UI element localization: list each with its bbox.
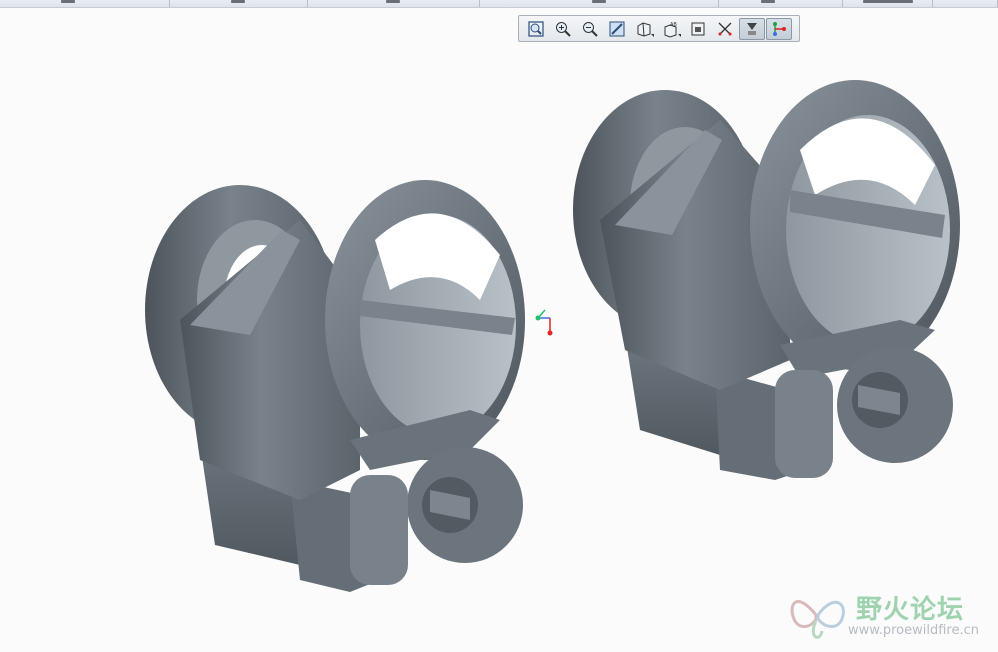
spin-center-button[interactable]: [766, 17, 792, 40]
spin-center-icon: [773, 21, 786, 36]
refit-button[interactable]: [523, 18, 549, 40]
model-part-left[interactable]: [145, 180, 525, 592]
view-manager-button[interactable]: [685, 18, 711, 40]
model-viewport[interactable]: [0, 0, 998, 652]
view-manager-icon: [691, 22, 705, 35]
graphics-toolbar: AB: [518, 15, 800, 42]
zoom-out-button[interactable]: [577, 18, 603, 40]
watermark-title: 野火论坛: [856, 595, 965, 625]
zoom-in-icon: [556, 21, 571, 37]
butterfly-logo-icon: [790, 600, 845, 639]
csys-marker: [535, 309, 553, 336]
annotation-display-icon: [747, 22, 757, 35]
svg-text:AB: AB: [670, 22, 677, 28]
model-part-right[interactable]: [573, 80, 960, 480]
repaint-button[interactable]: [604, 18, 630, 40]
zoom-out-icon: [583, 21, 598, 37]
annotation-display-button[interactable]: [739, 17, 765, 40]
refit-icon: [528, 20, 544, 37]
zoom-in-button[interactable]: [550, 18, 576, 40]
watermark-url: www.proewildfire.cn: [848, 623, 979, 638]
saved-orientations-button[interactable]: AB: [658, 18, 684, 40]
display-style-button[interactable]: [631, 18, 657, 40]
datum-display-button[interactable]: [712, 18, 738, 40]
forum-watermark: 野火论坛 www.proewildfire.cn: [786, 585, 996, 647]
datum-display-icon: [718, 22, 732, 35]
repaint-icon: [609, 21, 625, 36]
